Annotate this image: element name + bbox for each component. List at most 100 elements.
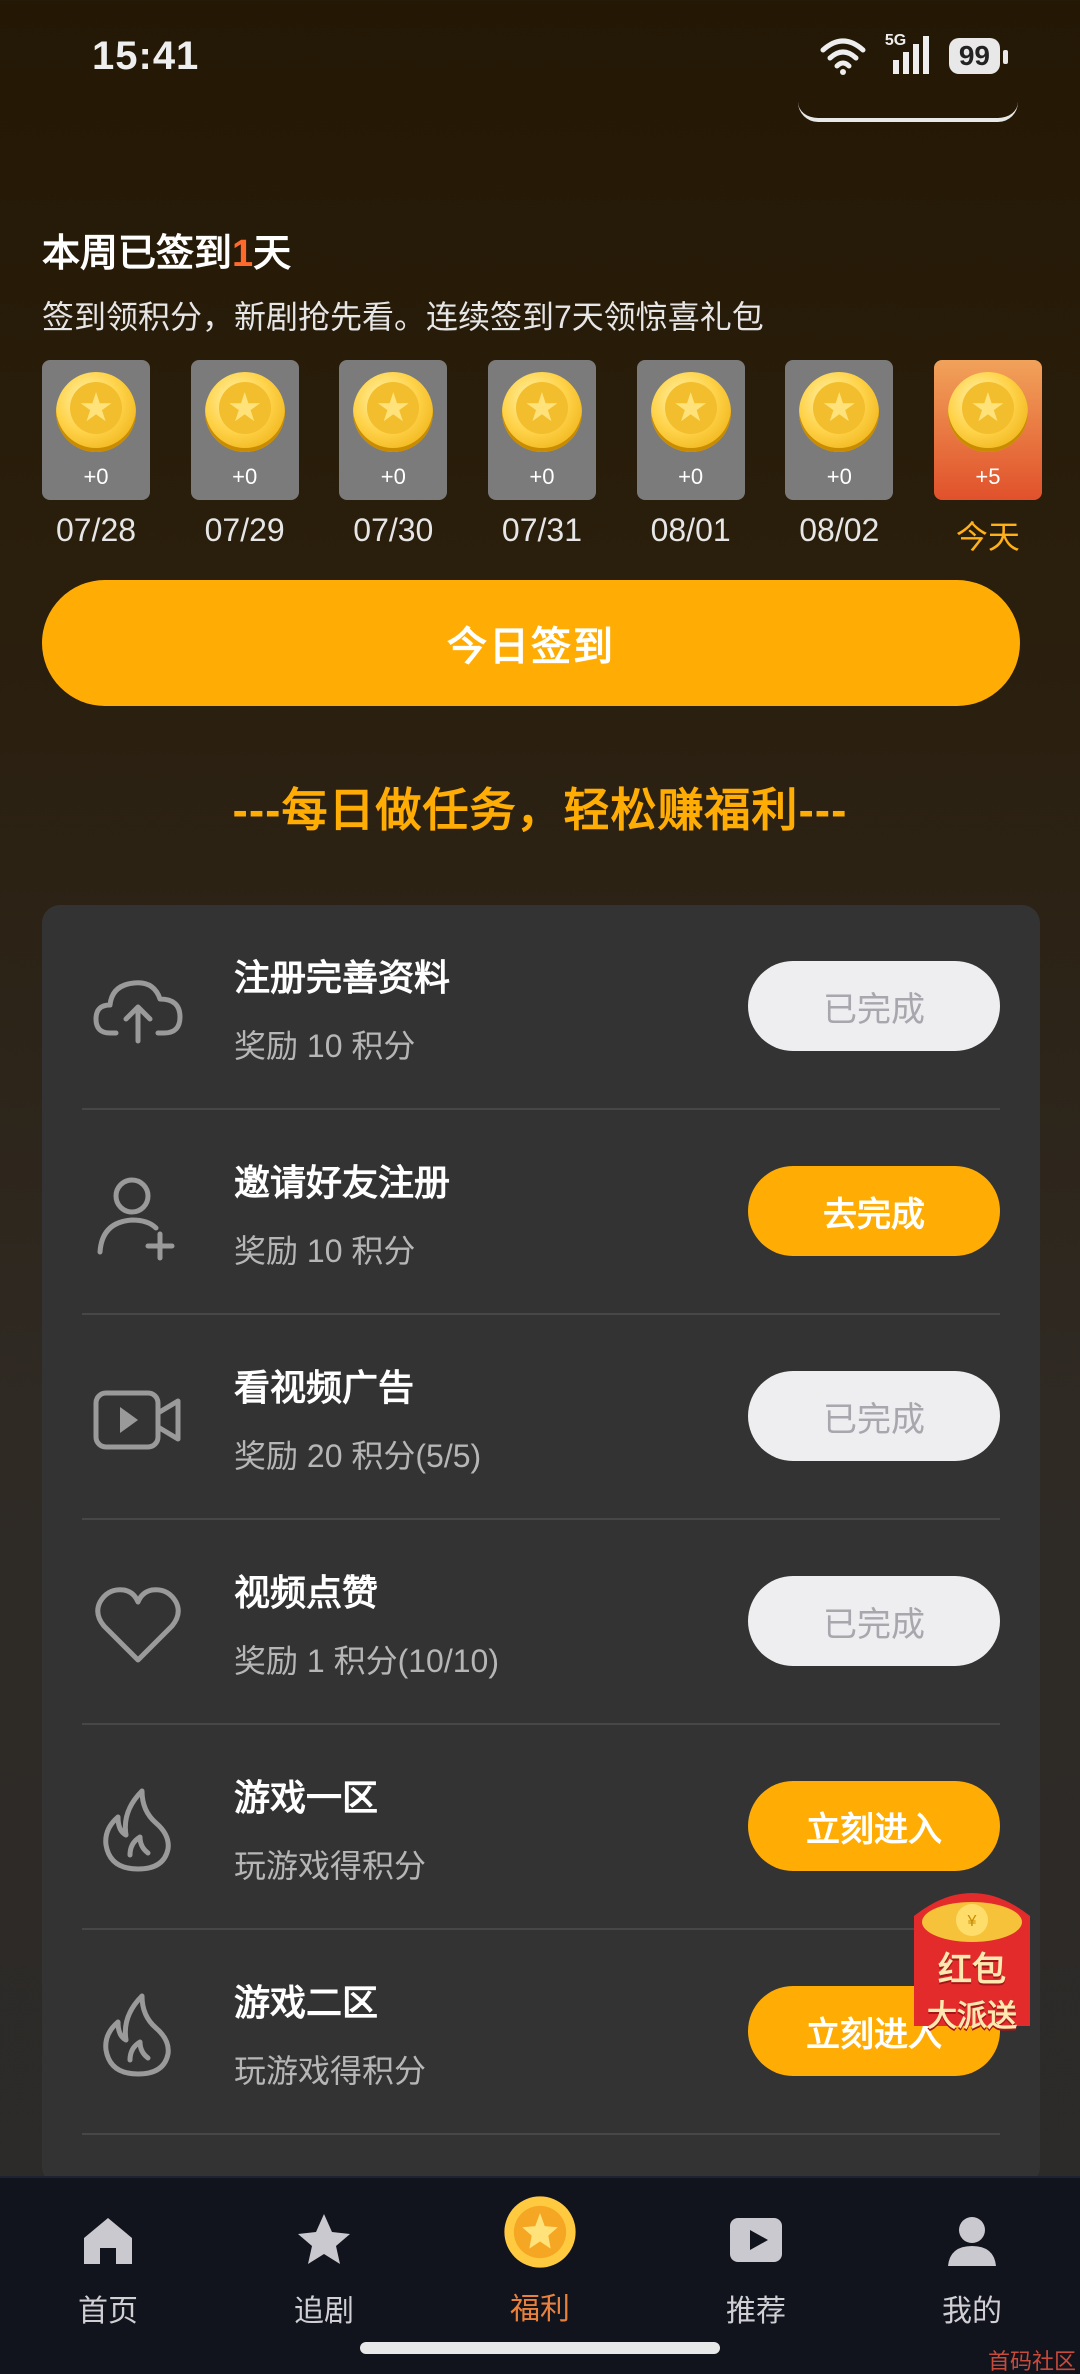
nav-label: 福利 (510, 2293, 570, 2326)
nav-label: 我的 (942, 2295, 1002, 2328)
task-title: 看视频广告 (234, 1367, 415, 1408)
coin-icon: ★ (650, 372, 731, 452)
coin-icon: ★ (799, 372, 880, 452)
task-title: 视频点赞 (234, 1572, 379, 1613)
header-pill-edge (798, 98, 1018, 122)
coin-icon: ★ (56, 372, 136, 452)
day-card: ★ +0 (636, 360, 745, 500)
play-icon (724, 2208, 788, 2272)
signin-day: ★ +0 08/01 (636, 360, 745, 558)
task-title: 邀请好友注册 (234, 1162, 451, 1203)
nav-label: 首页 (78, 2295, 138, 2328)
battery-indicator: 99 (948, 38, 1009, 74)
fire-icon (90, 1781, 186, 1877)
signin-day: ★ +0 08/02 (785, 360, 894, 558)
home-icon (76, 2208, 140, 2272)
star-icon (292, 2208, 356, 2272)
day-points: +0 (826, 464, 852, 489)
task-action-button[interactable]: 立刻进入 (748, 1781, 1000, 1871)
red-envelope-line1: 红包 (938, 1951, 1006, 1989)
svg-text:¥: ¥ (967, 1913, 977, 1930)
nav-item[interactable]: 福利 (465, 2194, 615, 2328)
task-row: 看视频广告奖励 20 积分(5/5) 已完成 (82, 1315, 1000, 1520)
day-date: 08/02 (799, 512, 880, 548)
task-row: 游戏二区 玩游戏得积分 立刻进入 (82, 1930, 1000, 2135)
nav-item[interactable]: 我的 (897, 2208, 1047, 2330)
task-subtitle: 玩游戏得积分 (234, 1848, 427, 1884)
task-action-button[interactable]: 已完成 (748, 961, 1000, 1051)
signin-day: ★ +5 今天 (933, 360, 1042, 558)
day-card: ★ +5 (933, 360, 1042, 500)
signin-day: ★ +0 07/29 (190, 360, 299, 558)
signin-day: ★ +0 07/28 (42, 360, 150, 558)
wifi-icon (820, 38, 866, 75)
checkin-button[interactable]: 今日签到 (42, 580, 1020, 706)
task-row: 注册完善资料奖励 10 积分 已完成 (82, 905, 1000, 1110)
nav-label: 追剧 (294, 2295, 354, 2328)
nav-label: 推荐 (726, 2295, 786, 2328)
star-icon: ★ (664, 382, 717, 434)
day-card: ★ +0 (339, 360, 448, 500)
status-icons: 5G 99 (819, 32, 1009, 76)
heart-icon (90, 1576, 186, 1672)
task-subtitle: 奖励 20 积分(5/5) (234, 1438, 482, 1474)
cellular-icon: 5G (885, 32, 931, 76)
day-points: +0 (678, 464, 704, 489)
task-subtitle: 奖励 10 积分 (234, 1028, 416, 1064)
day-points: +0 (83, 464, 109, 489)
star-icon: ★ (961, 382, 1014, 434)
day-points: +0 (529, 464, 555, 489)
coin-icon: ★ (353, 372, 434, 452)
day-date: 07/31 (501, 512, 582, 548)
cloud-upload-icon (90, 961, 186, 1057)
day-date: 07/28 (55, 512, 137, 548)
task-action-button[interactable]: 去完成 (748, 1166, 1000, 1256)
task-action-button[interactable]: 已完成 (748, 1371, 1000, 1461)
star-icon: ★ (367, 382, 420, 434)
signin-description: 签到领积分，新剧抢先看。连续签到7天领惊喜礼包 (42, 299, 764, 335)
coin-icon: ★ (204, 372, 285, 452)
star-icon: ★ (813, 382, 866, 434)
nav-item[interactable]: 推荐 (681, 2208, 831, 2330)
red-envelope-button[interactable]: ¥ 红包 大派送 (904, 1876, 1040, 2033)
task-row: 邀请好友注册 奖励 10 积分 去完成 (82, 1110, 1000, 1315)
day-card: ★ +0 (785, 360, 894, 500)
task-subtitle: 奖励 1 积分(10/10) (234, 1643, 499, 1679)
video-icon (90, 1371, 186, 1467)
star-icon: ★ (515, 382, 568, 434)
day-card: ★ +0 (487, 360, 596, 500)
star-icon: ★ (70, 382, 122, 434)
signin-day: ★ +0 07/31 (487, 360, 596, 558)
day-points: +5 (975, 464, 1001, 489)
add-user-icon (90, 1166, 186, 1262)
day-date: 07/30 (353, 512, 434, 548)
tasks-heading: ---每日做任务，轻松赚福利--- (232, 784, 848, 836)
coin-icon (502, 2194, 578, 2270)
nav-item[interactable]: 首页 (33, 2208, 183, 2330)
task-title: 游戏二区 (234, 1982, 379, 2023)
task-action-button[interactable]: 已完成 (748, 1576, 1000, 1666)
signin-title-suffix: 天 (253, 233, 292, 275)
day-date: 08/01 (650, 512, 731, 548)
day-points: +0 (380, 464, 406, 489)
day-date: 07/29 (204, 512, 285, 548)
signin-days: ★ +0 07/28 ★ +0 07/29 ★ +0 07/30 ★ +0 07/31 ★ +0 08/01… (42, 360, 1042, 558)
signin-title-prefix: 本周已签到 (42, 233, 233, 275)
signin-day: ★ +0 07/30 (339, 360, 448, 558)
task-row: 视频点赞奖励 1 积分(10/10) 已完成 (82, 1520, 1000, 1725)
task-title: 注册完善资料 (234, 957, 451, 998)
network-label: 5G (884, 32, 907, 49)
day-date: 今天 (955, 519, 1020, 555)
signin-title: 本周已签到1天 (42, 222, 291, 277)
coin-icon: ★ (947, 372, 1028, 452)
red-envelope-line2: 大派送 (927, 2000, 1017, 2033)
task-row: 游戏一区玩游戏得积分 立刻进入 (82, 1725, 1000, 1930)
nav-item[interactable]: 追剧 (249, 2208, 399, 2330)
home-indicator (360, 2342, 720, 2354)
coin-icon: ★ (501, 372, 582, 452)
user-icon (940, 2208, 1004, 2272)
status-time: 15:41 (92, 34, 200, 78)
day-card: ★ +0 (42, 360, 150, 500)
task-title: 游戏一区 (234, 1777, 379, 1818)
watermark: 首码社区 (987, 2349, 1076, 2374)
